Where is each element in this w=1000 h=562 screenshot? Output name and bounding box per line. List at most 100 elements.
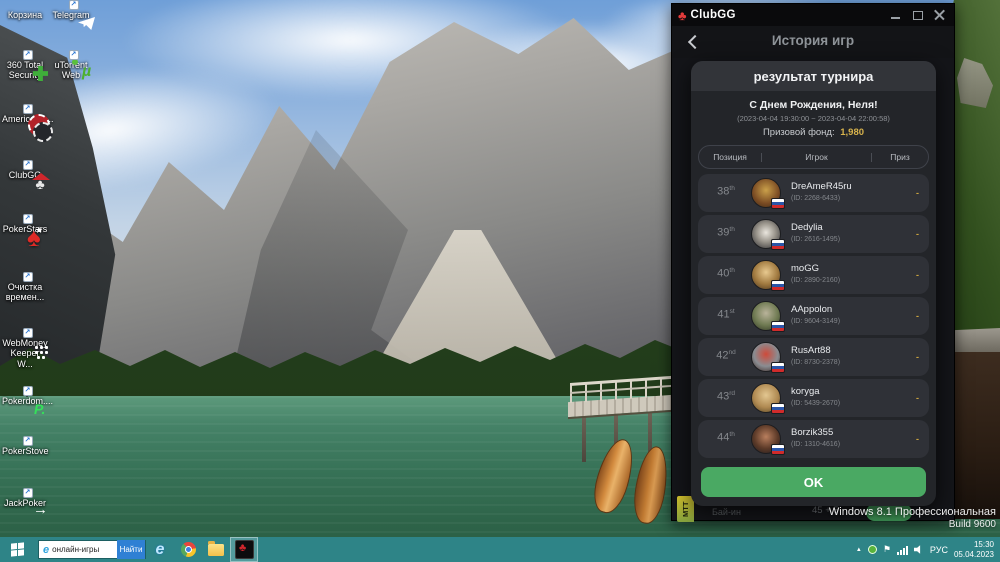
flag-ru-icon: [771, 362, 785, 373]
network-signal-icon[interactable]: [896, 545, 908, 555]
player-name: Dedylia: [791, 222, 823, 233]
prize-value: -: [916, 393, 919, 403]
page-title: История игр: [771, 33, 855, 48]
player-name: RusArt88: [791, 345, 831, 356]
page-header: История игр: [672, 26, 954, 58]
watermark-line1: Windows 8.1 Профессиональная: [828, 506, 996, 518]
icon-label: Корзина: [7, 10, 43, 20]
desktop-icon-disk-cleanup[interactable]: Очистка времен...: [2, 272, 48, 303]
flag-ru-icon: [771, 403, 785, 414]
flag-ru-icon: [771, 444, 785, 455]
player-id: (ID: 2616-1495): [791, 236, 841, 243]
desktop-icon-360-security[interactable]: 360 Total Security: [2, 50, 48, 81]
prize-fund: Призовой фонд: 1,980: [691, 127, 936, 138]
tournament-result-modal: результат турнира С Днем Рождения, Неля!…: [691, 61, 936, 506]
prize-value: -: [916, 352, 919, 362]
clubgg-logo-icon: ♣: [678, 7, 687, 23]
results-list[interactable]: 38th DreAmeR45ru (ID: 2268-6433) - 39th …: [698, 174, 929, 461]
position: 39th: [717, 226, 735, 239]
prize-value: -: [916, 270, 919, 280]
flag-ru-icon: [771, 198, 785, 209]
player-id: (ID: 9604-3149): [791, 318, 841, 325]
ie-icon: e: [43, 543, 50, 556]
taskbar: e Найти e ▲ ⚑ РУС 15:30 05.04.2023: [0, 537, 1000, 562]
player-id: (ID: 5439-2670): [791, 400, 841, 407]
column-position: Позиция: [713, 152, 747, 162]
tray-360-icon[interactable]: [867, 545, 877, 554]
table-row[interactable]: 40th moGG (ID: 2890-2160) -: [698, 256, 929, 294]
close-icon[interactable]: [934, 9, 946, 21]
desktop-icon-jackpoker[interactable]: JackPoker: [2, 488, 48, 519]
taskbar-app-internet-explorer[interactable]: e: [146, 537, 174, 562]
file-explorer-icon: [208, 540, 224, 556]
icon-label: WebMoney Keeper W...: [2, 338, 48, 369]
table-row[interactable]: 43rd koryga (ID: 5439-2670) -: [698, 379, 929, 417]
desktop-icon-webmoney[interactable]: WebMoney Keeper W...: [2, 328, 48, 369]
desktop-icon-pokerdom[interactable]: Pokerdom....: [2, 386, 53, 418]
tournament-type-tag: MTT: [677, 496, 694, 522]
screen: Корзина Telegram 360 Total Security uTor…: [0, 0, 1000, 562]
ok-button[interactable]: OK: [701, 467, 926, 497]
flag-ru-icon: [771, 239, 785, 250]
window-title: ClubGG: [690, 9, 736, 21]
position: 44th: [717, 431, 735, 444]
taskbar-app-file-explorer[interactable]: [202, 537, 230, 562]
desktop-icon-utorrent[interactable]: uTorrent Web: [48, 50, 94, 82]
table-header: Позиция Игрок Приз: [698, 145, 929, 169]
prize-fund-label: Призовой фонд:: [762, 127, 835, 138]
search-input[interactable]: [52, 545, 117, 554]
desktop-icon-recycle-bin[interactable]: Корзина: [2, 8, 48, 20]
player-name: AAppolon: [791, 304, 833, 315]
position: 41st: [717, 308, 735, 321]
taskbar-app-clubgg[interactable]: [230, 537, 258, 562]
prize-value: -: [916, 434, 919, 444]
player-id: (ID: 2268-6433): [791, 195, 841, 202]
desktop-icon-telegram[interactable]: Telegram: [48, 0, 94, 20]
desktop-icon-pokerstove[interactable]: PokerStove: [2, 436, 49, 457]
prize-fund-value: 1,980: [840, 127, 865, 138]
tray-time: 15:30: [973, 539, 994, 549]
desktop-icon-americas-cardroom[interactable]: AmericasC...: [2, 104, 54, 142]
dock-post: [582, 412, 586, 462]
language-indicator[interactable]: РУС: [930, 545, 948, 555]
table-row[interactable]: 44th Borzik355 (ID: 1310-4616) -: [698, 420, 929, 458]
event-name: С Днем Рождения, Неля!: [749, 99, 878, 111]
player-name: DreAmeR45ru: [791, 181, 852, 192]
player-name: moGG: [791, 263, 819, 274]
chrome-icon: [180, 542, 196, 557]
clubgg-taskbar-icon: [234, 540, 254, 559]
desktop-icon-pokerstars[interactable]: ♠★ PokerStars: [2, 214, 48, 253]
prize-value: -: [916, 188, 919, 198]
windows-watermark: Windows 8.1 Профессиональная Build 9600: [829, 506, 996, 530]
action-center-flag-icon[interactable]: ⚑: [883, 544, 891, 555]
volume-icon[interactable]: [913, 545, 921, 554]
taskbar-search[interactable]: e Найти: [38, 540, 146, 559]
table-row[interactable]: 38th DreAmeR45ru (ID: 2268-6433) -: [698, 174, 929, 212]
desktop-icon-clubgg[interactable]: ClubGG: [2, 160, 48, 193]
position: 38th: [717, 185, 735, 198]
icon-label: Очистка времен...: [5, 282, 45, 303]
flag-ru-icon: [771, 321, 785, 332]
search-button[interactable]: Найти: [117, 540, 145, 559]
icon-label: PokerStove: [2, 446, 49, 456]
taskbar-app-chrome[interactable]: [174, 537, 202, 562]
table-row[interactable]: 42nd RusArt88 (ID: 8730-2378) -: [698, 338, 929, 376]
modal-title: результат турнира: [691, 61, 936, 91]
player-name: koryga: [791, 386, 820, 397]
flag-ru-icon: [771, 280, 785, 291]
table-row[interactable]: 41st AAppolon (ID: 9604-3149) -: [698, 297, 929, 335]
tray-date: 05.04.2023: [953, 549, 994, 559]
column-player: Игрок: [805, 152, 828, 162]
tray-chevron-up-icon[interactable]: ▲: [856, 547, 862, 553]
start-button[interactable]: [0, 537, 34, 562]
windows-logo-icon: [10, 542, 24, 557]
icon-label: Telegram: [52, 10, 90, 20]
column-prize: Приз: [890, 152, 910, 162]
minimize-icon[interactable]: [890, 9, 902, 21]
maximize-icon[interactable]: [912, 9, 924, 21]
player-name: Borzik355: [791, 427, 834, 438]
table-row[interactable]: 39th Dedylia (ID: 2616-1495) -: [698, 215, 929, 253]
tray-clock[interactable]: 15:30 05.04.2023: [954, 540, 994, 560]
window-titlebar[interactable]: ♣ ClubGG: [672, 4, 954, 26]
system-tray: ▲ ⚑ РУС 15:30 05.04.2023: [856, 537, 1000, 562]
